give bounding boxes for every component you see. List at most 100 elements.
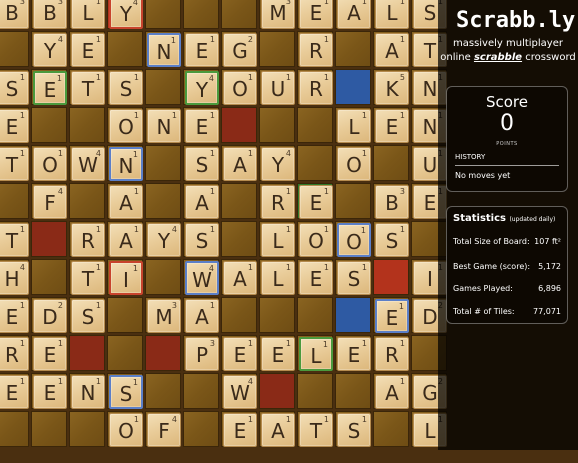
- board-cell[interactable]: [107, 31, 143, 67]
- board-cell[interactable]: E1: [297, 259, 333, 295]
- board-cell[interactable]: S1: [183, 221, 219, 257]
- letter-tile[interactable]: L1: [261, 261, 295, 295]
- board-cell[interactable]: B3: [31, 0, 67, 29]
- board-cell[interactable]: K5: [373, 69, 409, 105]
- letter-tile[interactable]: A1: [109, 185, 143, 219]
- letter-tile[interactable]: L1: [71, 0, 105, 29]
- letter-tile[interactable]: T1: [0, 223, 29, 257]
- letter-tile[interactable]: D2: [33, 299, 67, 333]
- board-cell[interactable]: T1: [69, 69, 105, 105]
- letter-tile[interactable]: B3: [33, 0, 67, 29]
- board-cell[interactable]: E1: [297, 0, 333, 29]
- board-cell[interactable]: I1: [107, 259, 143, 295]
- board-cell[interactable]: L1: [373, 0, 409, 29]
- letter-tile[interactable]: I1: [109, 261, 143, 295]
- board-cell[interactable]: D2: [31, 297, 67, 333]
- board-cell[interactable]: N1: [107, 145, 143, 181]
- board-cell[interactable]: E1: [221, 335, 257, 371]
- letter-tile[interactable]: E1: [0, 109, 29, 143]
- board-cell[interactable]: N1: [145, 31, 181, 67]
- letter-tile[interactable]: R1: [261, 185, 295, 219]
- board-cell[interactable]: E1: [183, 31, 219, 67]
- board-cell[interactable]: L1: [259, 221, 295, 257]
- letter-tile[interactable]: A1: [185, 299, 219, 333]
- letter-tile[interactable]: Y4: [185, 71, 219, 105]
- board-cell[interactable]: [297, 145, 333, 181]
- board-cell[interactable]: A1: [183, 183, 219, 219]
- board-cell[interactable]: [335, 373, 371, 409]
- letter-tile[interactable]: T1: [71, 71, 105, 105]
- letter-tile[interactable]: W4: [71, 147, 105, 181]
- board-cell[interactable]: E1: [31, 335, 67, 371]
- letter-tile[interactable]: E1: [299, 261, 333, 295]
- letter-tile[interactable]: E1: [33, 375, 67, 409]
- board-cell[interactable]: [31, 259, 67, 295]
- letter-tile[interactable]: E1: [299, 185, 333, 219]
- board-cell[interactable]: [183, 373, 219, 409]
- board-cell[interactable]: [31, 411, 67, 447]
- letter-tile[interactable]: S1: [185, 147, 219, 181]
- board-cell[interactable]: T1: [0, 145, 29, 181]
- board-cell[interactable]: N1: [145, 107, 181, 143]
- board-cell[interactable]: [0, 411, 29, 447]
- letter-tile[interactable]: W4: [185, 261, 219, 295]
- letter-tile[interactable]: Y4: [109, 0, 143, 29]
- board-cell[interactable]: [297, 107, 333, 143]
- board-cell[interactable]: A1: [259, 411, 295, 447]
- letter-tile[interactable]: E1: [0, 375, 29, 409]
- letter-tile[interactable]: R1: [299, 71, 333, 105]
- letter-tile[interactable]: O1: [299, 223, 333, 257]
- board-cell[interactable]: [335, 183, 371, 219]
- letter-tile[interactable]: E1: [33, 337, 67, 371]
- board-cell[interactable]: E1: [31, 373, 67, 409]
- board-cell[interactable]: [221, 0, 257, 29]
- board-cell[interactable]: S1: [107, 373, 143, 409]
- letter-tile[interactable]: E1: [71, 33, 105, 67]
- letter-tile[interactable]: A1: [109, 223, 143, 257]
- board-cell[interactable]: E1: [297, 183, 333, 219]
- letter-tile[interactable]: R1: [299, 33, 333, 67]
- board-cell[interactable]: O1: [107, 411, 143, 447]
- letter-tile[interactable]: A1: [375, 33, 409, 67]
- board-cell[interactable]: S1: [69, 297, 105, 333]
- board-cell[interactable]: [0, 31, 29, 67]
- letter-tile[interactable]: E1: [33, 71, 67, 105]
- letter-tile[interactable]: S1: [109, 375, 143, 409]
- board-cell[interactable]: L1: [69, 0, 105, 29]
- board-cell[interactable]: W4: [221, 373, 257, 409]
- letter-tile[interactable]: U1: [261, 71, 295, 105]
- board-cell[interactable]: [69, 107, 105, 143]
- letter-tile[interactable]: R1: [0, 337, 29, 371]
- letter-tile[interactable]: E1: [375, 299, 409, 333]
- board-cell[interactable]: O1: [31, 145, 67, 181]
- board-cell[interactable]: E1: [69, 31, 105, 67]
- board-cell[interactable]: [259, 297, 295, 333]
- letter-tile[interactable]: N1: [71, 375, 105, 409]
- letter-tile[interactable]: E1: [375, 109, 409, 143]
- board-cell[interactable]: E1: [259, 335, 295, 371]
- board-cell[interactable]: O1: [221, 69, 257, 105]
- letter-tile[interactable]: N1: [147, 109, 181, 143]
- board-cell[interactable]: W4: [183, 259, 219, 295]
- board-cell[interactable]: [335, 31, 371, 67]
- board-cell[interactable]: E1: [335, 335, 371, 371]
- board-cell[interactable]: [69, 411, 105, 447]
- letter-tile[interactable]: T1: [71, 261, 105, 295]
- board-cell[interactable]: S1: [0, 69, 29, 105]
- board-cell[interactable]: [373, 259, 409, 295]
- letter-tile[interactable]: A1: [375, 375, 409, 409]
- board-cell[interactable]: R1: [0, 335, 29, 371]
- board-cell[interactable]: S1: [335, 411, 371, 447]
- board-cell[interactable]: P3: [183, 335, 219, 371]
- board-cell[interactable]: [335, 297, 371, 333]
- board-cell[interactable]: [259, 373, 295, 409]
- letter-tile[interactable]: E1: [299, 0, 333, 29]
- letter-tile[interactable]: E1: [223, 337, 257, 371]
- board-cell[interactable]: [183, 411, 219, 447]
- board-cell[interactable]: [297, 373, 333, 409]
- board-cell[interactable]: [373, 411, 409, 447]
- board-cell[interactable]: A1: [373, 373, 409, 409]
- letter-tile[interactable]: E1: [337, 337, 371, 371]
- board-cell[interactable]: A1: [107, 183, 143, 219]
- letter-tile[interactable]: L1: [337, 109, 371, 143]
